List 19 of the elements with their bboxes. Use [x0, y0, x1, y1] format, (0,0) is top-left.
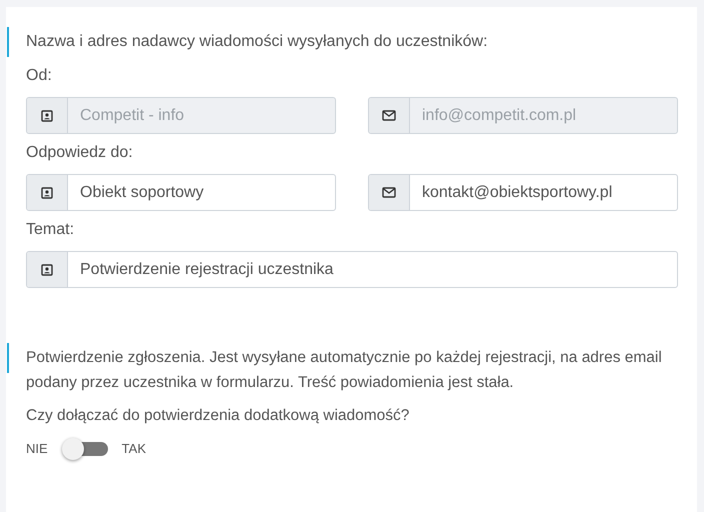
contact-card-icon	[41, 264, 53, 276]
question-text: Czy dołączać do potwierdzenia dodatkową wiadomość?	[26, 406, 410, 426]
description-text: Potwierdzenie zgłoszenia. Jest wysyłane automatycznie po każdej rejestracji, na adres email podany przez uczestnika w formularzu. Treść powiadomienia jest stała.	[26, 348, 663, 393]
section-heading: Nazwa i adres nadawcy wiadomości wysyłanych do uczestników:	[26, 32, 489, 52]
accent-bar	[7, 343, 9, 373]
field-label: Temat:	[26, 220, 76, 240]
input-field[interactable]: Potwierdzenie rejestracji uczestnika	[26, 251, 678, 288]
input-field[interactable]: Obiekt soportowy	[26, 174, 336, 211]
field-label: Od:	[26, 66, 53, 86]
toggle-switch[interactable]	[62, 438, 108, 460]
input-field[interactable]: kontakt@obiektsportowy.pl	[368, 174, 678, 211]
field-label: Odpowiedz do:	[26, 143, 134, 163]
envelope-icon	[382, 110, 396, 121]
toggle-label: NIE	[26, 440, 48, 458]
contact-card-icon	[41, 110, 53, 122]
envelope-icon	[382, 187, 396, 198]
accent-bar	[7, 27, 9, 57]
contact-card-icon	[41, 186, 53, 198]
toggle-label: TAK	[122, 440, 146, 458]
